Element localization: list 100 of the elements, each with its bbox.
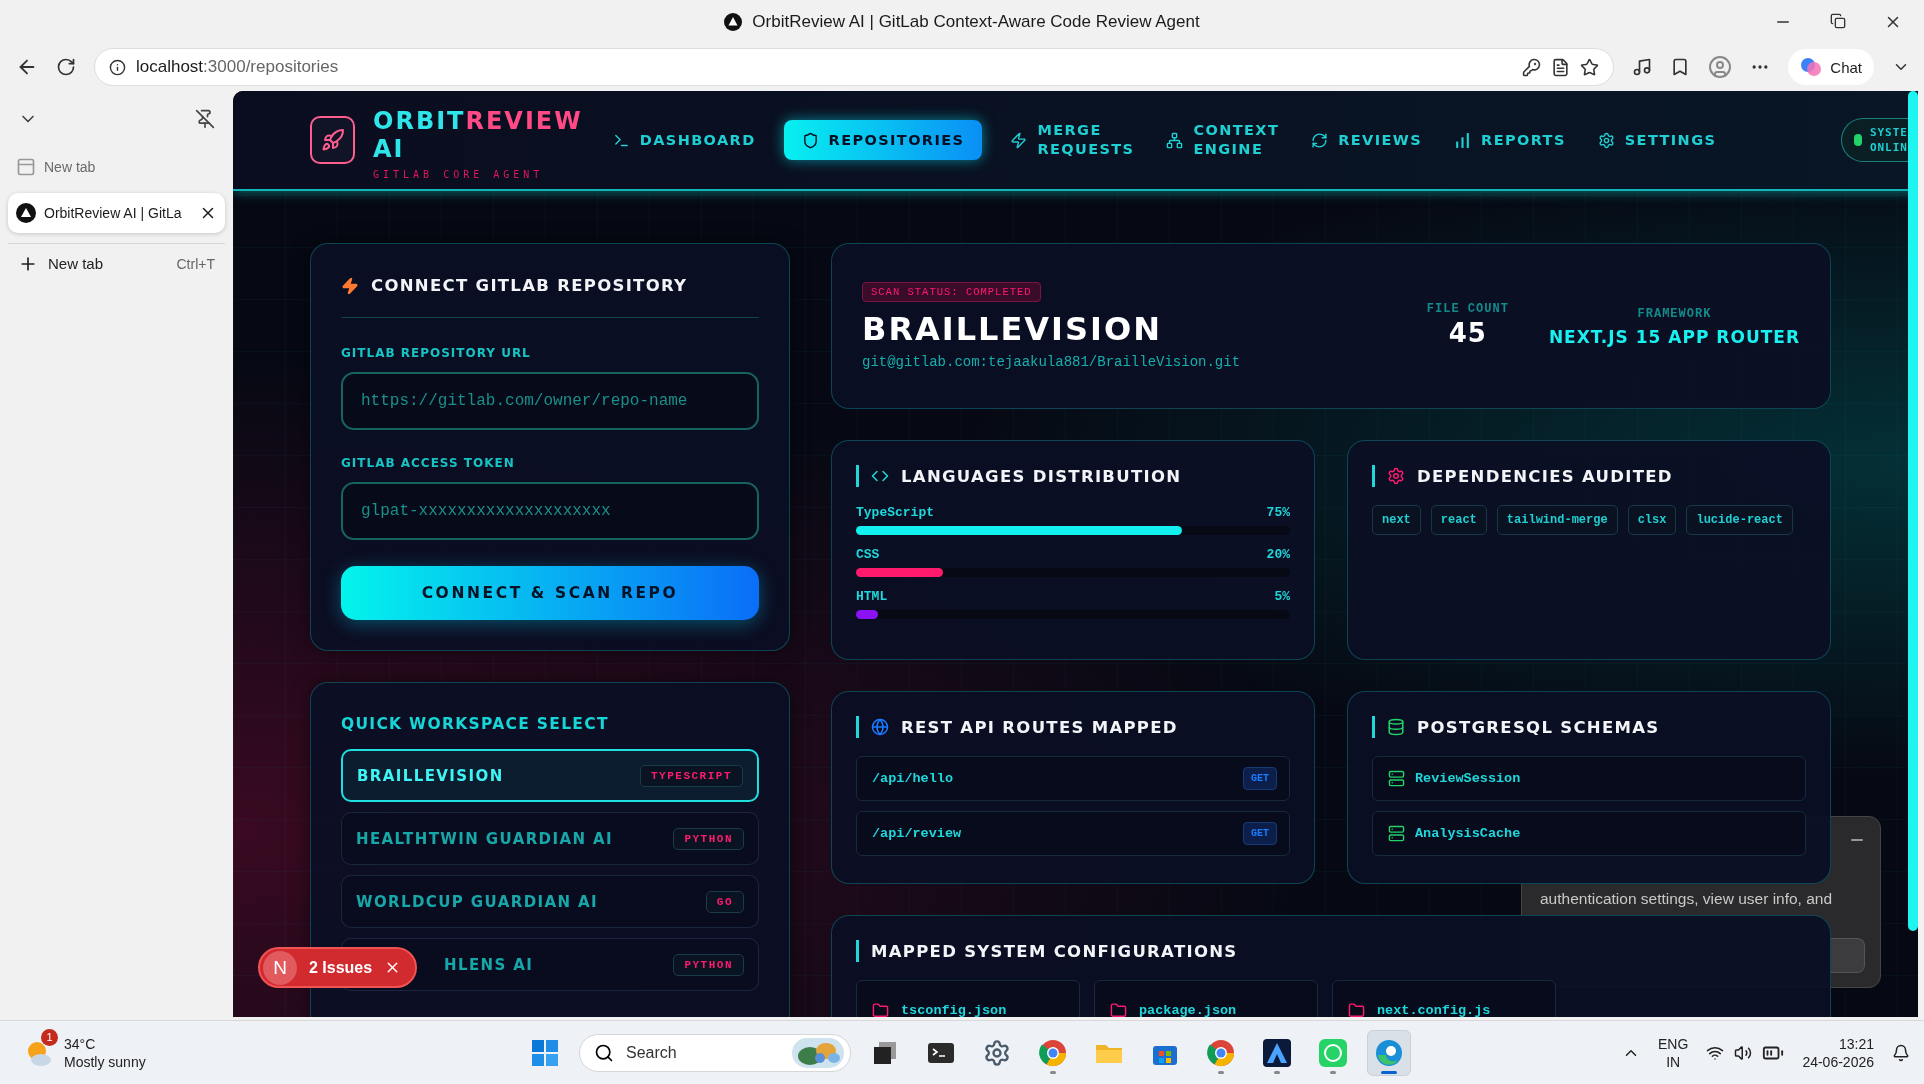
copilot-icon <box>1800 56 1823 78</box>
new-tab-button[interactable]: New tab Ctrl+T <box>8 243 225 283</box>
workspace-item[interactable]: BRAILLEVISION TYPESCRIPT <box>341 749 759 802</box>
nav-tab[interactable]: REVIEWS <box>1307 120 1427 160</box>
running-indicator <box>1050 1070 1056 1074</box>
issues-toast[interactable]: N 2 Issues <box>258 947 418 988</box>
globe-icon <box>871 718 889 736</box>
reader-icon[interactable] <box>1551 57 1571 77</box>
nav-tab[interactable]: CONTEXT ENGINE <box>1162 120 1284 160</box>
dependency-tag: lucide-react <box>1686 505 1793 535</box>
notifications-icon[interactable] <box>1892 1043 1910 1062</box>
volume-icon[interactable] <box>1734 1043 1753 1062</box>
restore-icon[interactable] <box>1830 12 1846 29</box>
clock[interactable]: 13:21 24-06-2026 <box>1802 1034 1874 1071</box>
repo-name: BRAILLEVISION <box>862 310 1162 348</box>
input-field[interactable]: glpat-xxxxxxxxxxxxxxxxxxxx <box>341 482 759 540</box>
card-title: DEPENDENCIES AUDITED <box>1372 465 1806 487</box>
language-indicator[interactable]: ENG IN <box>1658 1034 1689 1071</box>
key-icon[interactable] <box>1522 57 1542 77</box>
star-icon[interactable] <box>1580 57 1600 77</box>
windows-icon <box>530 1037 560 1068</box>
card-title: LANGUAGES DISTRIBUTION <box>856 465 1290 487</box>
search-icon <box>594 1042 614 1063</box>
running-indicator <box>1330 1070 1336 1074</box>
server-icon <box>1388 770 1405 787</box>
workspace-item[interactable]: WORLDCUP GUARDIAN AI GO <box>341 875 759 928</box>
git-url: git@gitlab.com:tejaakula881/BrailleVision.git <box>862 354 1241 370</box>
app-logo-icon <box>16 203 36 223</box>
language-percent: 75% <box>1266 505 1290 520</box>
search-field[interactable]: Search <box>579 1033 851 1072</box>
config-name: package.json <box>1139 1002 1238 1017</box>
folder-icon <box>1348 1001 1365 1017</box>
bar-chart-icon <box>1454 131 1472 149</box>
browser-tab[interactable]: New tab <box>8 147 225 187</box>
reload-icon[interactable] <box>56 57 76 77</box>
chat-button[interactable]: Chat <box>1788 49 1874 85</box>
settings-icon <box>1597 131 1615 149</box>
route-path: /api/review <box>872 826 963 841</box>
edge-icon <box>1374 1037 1404 1068</box>
temperature-text: 34°C <box>64 1034 97 1053</box>
stat-value: NEXT.JS 15 APP ROUTER <box>1548 327 1800 347</box>
shortcut-text: Ctrl+T <box>176 255 215 272</box>
language-tag: PYTHON <box>673 953 744 976</box>
chat-app-icon <box>1318 1037 1348 1068</box>
workspace-item[interactable]: HEALTHTWIN GUARDIAN AI PYTHON <box>341 812 759 865</box>
popup-text: authentication settings, view user info, and <box>1540 889 1834 909</box>
search-input[interactable]: Search <box>624 1042 782 1063</box>
nav-tab[interactable]: REPORTS <box>1450 120 1570 160</box>
card-title: CONNECT GITLAB REPOSITORY <box>341 276 759 295</box>
method-badge: GET <box>1243 767 1277 790</box>
language-name: TypeScript <box>856 505 934 520</box>
field-label: GITLAB REPOSITORY URL <box>341 346 532 360</box>
rocket-icon <box>320 128 345 152</box>
n-logo-icon: N <box>263 950 297 985</box>
language-tag: GO <box>705 890 744 913</box>
unpin-icon[interactable] <box>195 109 215 129</box>
stat-value: 45 <box>1448 318 1487 348</box>
card-title: POSTGRESQL SCHEMAS <box>1372 716 1806 738</box>
network-icon <box>1166 131 1184 149</box>
browser-icon <box>1038 1037 1068 1068</box>
shield-icon <box>801 131 819 149</box>
stat-label: FRAMEWORK <box>1637 307 1712 321</box>
tab-page-icon <box>16 157 36 177</box>
weather-text: Mostly sunny <box>64 1052 146 1071</box>
dependency-tag: next <box>1372 505 1421 535</box>
nav-tab[interactable]: SETTINGS <box>1593 120 1721 160</box>
connect-button[interactable]: CONNECT & SCAN REPO <box>341 566 759 620</box>
dependency-tag: tailwind-merge <box>1496 505 1618 535</box>
browser-icon <box>1206 1037 1236 1068</box>
language-percent: 20% <box>1266 547 1290 562</box>
database-icon <box>1387 718 1405 736</box>
popup-button[interactable] <box>1829 938 1865 973</box>
folder-icon <box>1110 1001 1127 1017</box>
nav-tab[interactable]: MERGE REQUESTS <box>1006 120 1139 160</box>
system-status-pill: SYSTE ONLIN <box>1840 118 1908 162</box>
brand-subtitle: GITLAB CORE AGENT <box>373 168 545 180</box>
language-percent: 5% <box>1274 589 1290 604</box>
triangle-app-icon <box>1262 1037 1292 1068</box>
notification-badge: 1 <box>41 1028 58 1046</box>
lightning-icon <box>1010 131 1028 149</box>
route-path: /api/hello <box>872 771 954 786</box>
brand-title: ORBITREVIEW AI <box>373 106 583 163</box>
info-icon[interactable] <box>109 58 126 76</box>
refresh-icon <box>1311 131 1329 149</box>
music-icon[interactable] <box>1632 57 1653 77</box>
lightning-icon <box>341 276 359 295</box>
nav-tab[interactable]: DASHBOARD <box>608 120 760 160</box>
config-name: next.config.js <box>1377 1002 1492 1017</box>
profile-icon[interactable] <box>1708 55 1733 79</box>
gear-icon <box>1387 467 1405 485</box>
server-icon <box>1388 825 1405 842</box>
scrollbar-thumb[interactable] <box>1908 91 1918 931</box>
window-title: OrbitReview AI | GitLab Context-Aware Code Review Agent <box>724 11 1200 32</box>
schema-name: ReviewSession <box>1415 771 1522 786</box>
address-bar[interactable]: localhost:3000/repositories <box>94 48 1615 86</box>
running-indicator <box>1218 1070 1224 1074</box>
browser-tab[interactable]: OrbitReview AI | GitLa <box>8 193 225 233</box>
scan-status-badge: SCAN STATUS: COMPLETED <box>862 282 1041 302</box>
input-field[interactable]: https://gitlab.com/owner/repo-name <box>341 372 759 430</box>
nav-tab[interactable]: REPOSITORIES <box>783 120 983 160</box>
